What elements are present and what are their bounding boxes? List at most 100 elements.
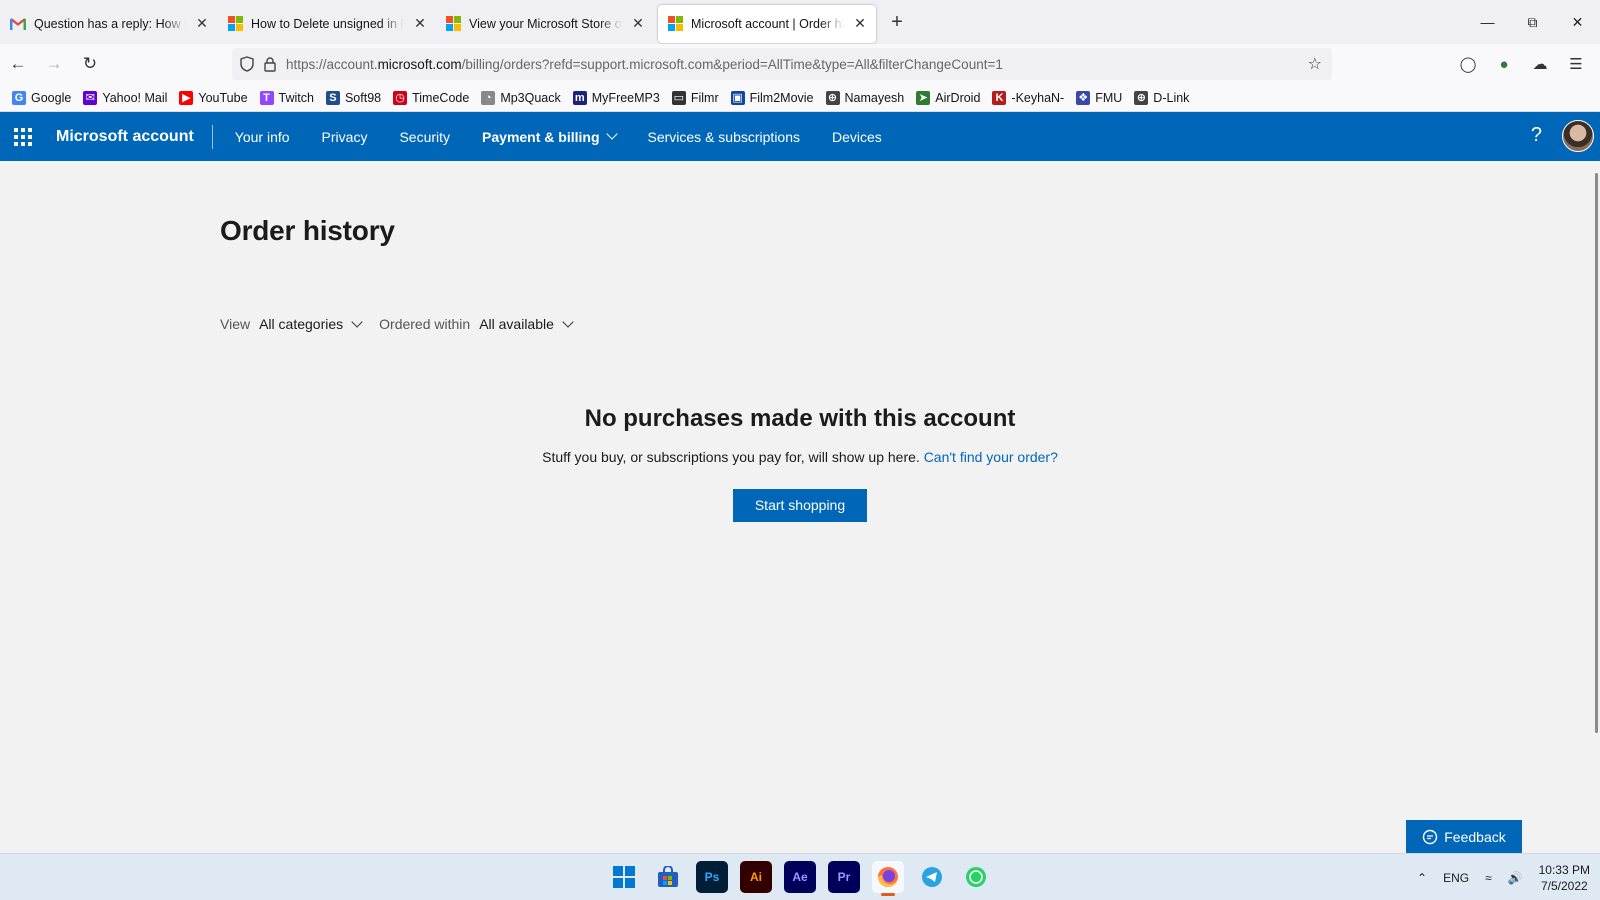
soft98-icon: S [325, 90, 340, 105]
address-bar[interactable]: https://account.microsoft.com/billing/or… [232, 48, 1332, 80]
bookmark-label: Film2Movie [749, 90, 814, 105]
bookmark-item[interactable]: K -KeyhaN- [992, 90, 1065, 105]
firefox-icon[interactable] [872, 861, 904, 896]
reload-icon[interactable]: ↻ [72, 48, 108, 80]
close-window-icon[interactable]: ✕ [1555, 0, 1600, 44]
nav-privacy[interactable]: Privacy [306, 112, 384, 161]
language-indicator[interactable]: ENG [1443, 871, 1469, 885]
bookmark-label: AirDroid [935, 90, 981, 105]
whatsapp-icon[interactable] [960, 861, 992, 893]
browser-tab[interactable]: View your Microsoft Store order ✕ [436, 5, 654, 43]
empty-text: Stuff you buy, or subscriptions you pay … [0, 449, 1600, 465]
photoshop-icon[interactable]: Ps [696, 861, 728, 893]
bookmark-item[interactable]: ✉ Yahoo! Mail [83, 90, 168, 105]
bookmark-item[interactable]: ➤ AirDroid [916, 90, 981, 105]
clock-time: 10:33 PM [1538, 862, 1590, 877]
back-icon[interactable]: ← [0, 48, 36, 80]
menu-icon[interactable]: ☰ [1562, 48, 1590, 80]
browser-toolbar: ← → ↻ https://account.microsoft.com/bill… [0, 44, 1600, 84]
nav-security[interactable]: Security [383, 112, 466, 161]
close-tab-icon[interactable]: ✕ [630, 15, 646, 32]
microsoft-account-header: Microsoft account Your info Privacy Secu… [0, 112, 1600, 161]
windows-taskbar: Ps Ai Ae Pr ⌃ ENG ≈ 🔊 10:33 PM 7/5/2022 [0, 853, 1600, 900]
minimize-icon[interactable]: — [1465, 0, 1510, 44]
feedback-label: Feedback [1444, 828, 1506, 845]
nav-your-info[interactable]: Your info [219, 112, 306, 161]
windows-start-icon[interactable] [608, 861, 640, 893]
chevron-up-icon[interactable]: ⌃ [1417, 871, 1427, 885]
cant-find-order-link[interactable]: Can't find your order? [924, 449, 1058, 465]
airdroid-icon: ➤ [916, 90, 931, 105]
forward-icon[interactable]: → [36, 48, 72, 80]
nav-services-subscriptions[interactable]: Services & subscriptions [632, 112, 817, 161]
category-dropdown[interactable]: All categories [259, 315, 363, 332]
brand-link[interactable]: Microsoft account [46, 124, 213, 149]
bookmark-item[interactable]: T Twitch [259, 90, 314, 105]
premiere-icon[interactable]: Pr [828, 861, 860, 893]
nav-label: Payment & billing [482, 128, 600, 145]
avatar[interactable] [1562, 120, 1594, 152]
period-value: All available [479, 316, 554, 332]
fmu-icon: ❖ [1076, 90, 1091, 105]
category-value: All categories [259, 316, 344, 332]
bookmark-item[interactable]: m MyFreeMP3 [572, 90, 660, 105]
bookmark-star-icon[interactable]: ☆ [1308, 54, 1322, 74]
chevron-down-icon [605, 128, 618, 140]
bookmark-label: TimeCode [412, 90, 470, 105]
nav-payment-billing[interactable]: Payment & billing [466, 112, 631, 161]
bookmark-item[interactable]: ▶ YouTube [179, 90, 248, 105]
myfreemp3-icon: m [572, 90, 587, 105]
restore-icon[interactable]: ⧉ [1510, 0, 1555, 44]
globe-icon: ⊕ [825, 90, 840, 105]
bookmark-item[interactable]: ◔ Mp3Quack [481, 90, 561, 105]
shield-icon[interactable] [240, 56, 254, 72]
bookmark-item[interactable]: ⊕ Namayesh [825, 90, 904, 105]
browser-tab-strip: Question has a reply: How to Delete ✕ Ho… [0, 0, 1600, 44]
bookmark-item[interactable]: ▭ Filmr [671, 90, 719, 105]
system-tray: ⌃ ENG ≈ 🔊 10:33 PM 7/5/2022 [1417, 854, 1590, 900]
account-nav: Your info Privacy Security Payment & bil… [219, 112, 898, 161]
sync-account-icon[interactable]: ☁ [1526, 48, 1554, 80]
app-launcher-icon[interactable] [0, 112, 46, 161]
ordered-within-label: Ordered within [379, 316, 471, 332]
pocket-icon[interactable]: ◯ [1454, 48, 1482, 80]
bookmark-item[interactable]: G Google [12, 90, 71, 105]
start-shopping-button[interactable]: Start shopping [733, 489, 867, 522]
bookmark-item[interactable]: S Soft98 [325, 90, 381, 105]
close-tab-icon[interactable]: ✕ [412, 15, 428, 32]
bookmark-label: Yahoo! Mail [102, 90, 168, 105]
browser-tab[interactable]: How to Delete unsigned in Microsoft ✕ [218, 5, 436, 43]
clock[interactable]: 10:33 PM 7/5/2022 [1539, 862, 1590, 894]
wifi-icon[interactable]: ≈ [1485, 871, 1492, 885]
twitch-icon: T [259, 90, 274, 105]
bookmark-label: -KeyhaN- [1011, 90, 1065, 105]
after-effects-icon[interactable]: Ae [784, 861, 816, 893]
bookmark-item[interactable]: ❖ FMU [1076, 90, 1122, 105]
browser-tab-active[interactable]: Microsoft account | Order history ✕ [658, 4, 876, 43]
feedback-button[interactable]: Feedback [1406, 820, 1522, 853]
close-tab-icon[interactable]: ✕ [852, 15, 868, 32]
youtube-icon: ▶ [179, 90, 194, 105]
illustrator-icon[interactable]: Ai [740, 861, 772, 893]
monitor-icon: ▭ [671, 90, 686, 105]
close-tab-icon[interactable]: ✕ [194, 15, 210, 32]
bookmark-label: Mp3Quack [500, 90, 561, 105]
toolbar-extensions: ◯ ● ☁ ☰ [1454, 48, 1590, 80]
extension-globe-icon[interactable]: ● [1490, 48, 1518, 80]
globe-icon: ⊕ [1134, 90, 1149, 105]
browser-tab[interactable]: Question has a reply: How to Delete ✕ [0, 5, 218, 43]
bookmark-label: Twitch [278, 90, 314, 105]
help-icon[interactable]: ? [1531, 124, 1542, 147]
empty-description: Stuff you buy, or subscriptions you pay … [542, 449, 920, 465]
bookmark-item[interactable]: ▣ Film2Movie [730, 90, 814, 105]
window-controls: — ⧉ ✕ [1465, 0, 1600, 44]
nav-devices[interactable]: Devices [816, 112, 898, 161]
new-tab-button[interactable]: + [882, 7, 912, 37]
telegram-icon[interactable] [916, 861, 948, 893]
lock-icon[interactable] [264, 56, 276, 72]
bookmark-item[interactable]: ◷ TimeCode [393, 90, 470, 105]
bookmark-item[interactable]: ⊕ D-Link [1134, 90, 1189, 105]
volume-icon[interactable]: 🔊 [1508, 871, 1523, 885]
period-dropdown[interactable]: All available [479, 315, 574, 332]
microsoft-store-icon[interactable] [652, 861, 684, 893]
